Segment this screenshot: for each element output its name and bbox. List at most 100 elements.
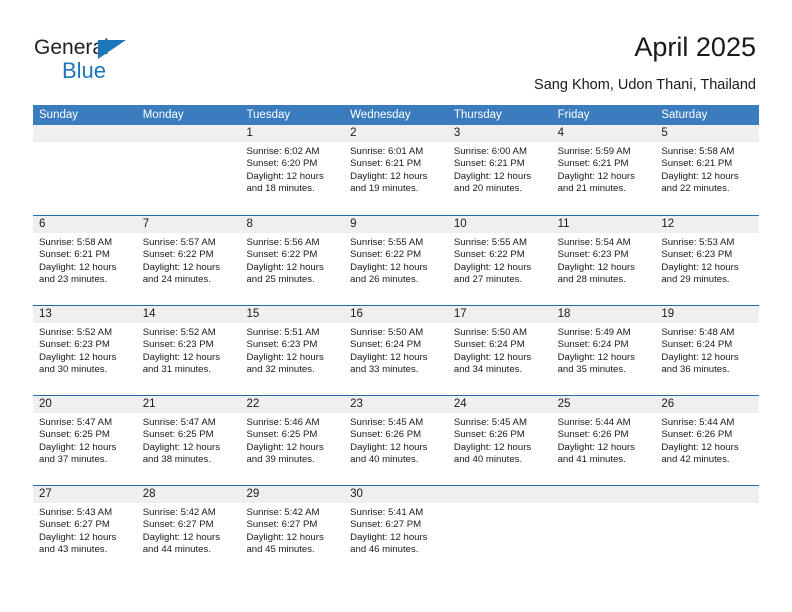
calendar-day-cell[interactable]: 19 Sunrise: 5:48 AM Sunset: 6:24 PM Dayligh… (655, 306, 760, 395)
sunrise-text: Sunrise: 6:01 AM (350, 146, 424, 157)
day-number-band: 6 (33, 216, 137, 233)
calendar-day-cell[interactable]: 4 Sunrise: 5:59 AM Sunset: 6:21 PM Daylight… (551, 125, 656, 215)
sunrise-text: Sunrise: 5:47 AM (142, 417, 216, 428)
day-number: 28 (142, 488, 156, 500)
sunrise-text: Sunrise: 5:45 AM (350, 417, 424, 428)
daylight-text-line2: and 19 minutes. (350, 183, 419, 195)
day-details: Sunrise: 5:42 AM Sunset: 6:27 PM Daylight:… (240, 503, 344, 557)
daylight-text-line2: and 45 minutes. (246, 544, 315, 556)
calendar-day-cell[interactable]: 24 Sunrise: 5:45 AM Sunset: 6:26 PM Dayligh… (447, 396, 552, 485)
calendar-day-cell[interactable]: 1 Sunrise: 6:02 AM Sunset: 6:20 PM Daylight… (240, 125, 345, 215)
sunrise-text: Sunrise: 5:50 AM (350, 327, 424, 338)
sunset-text: Sunset: 6:27 PM (246, 519, 318, 531)
calendar-day-cell[interactable]: 15 Sunrise: 5:51 AM Sunset: 6:23 PM Dayligh… (240, 306, 345, 395)
calendar-day-cell[interactable]: 17 Sunrise: 5:50 AM Sunset: 6:24 PM Dayligh… (447, 306, 552, 395)
day-details: Sunrise: 5:52 AM Sunset: 6:23 PM Daylight:… (137, 323, 241, 377)
day-details: Sunrise: 5:47 AM Sunset: 6:25 PM Daylight:… (33, 413, 137, 467)
day-number-band: 12 (655, 216, 760, 233)
daylight-text-line1: Daylight: 12 hours (39, 531, 117, 543)
calendar-day-cell[interactable]: 11 Sunrise: 5:54 AM Sunset: 6:23 PM Dayligh… (551, 216, 656, 305)
day-number: 22 (246, 398, 260, 410)
calendar-day-cell[interactable]: 16 Sunrise: 5:50 AM Sunset: 6:24 PM Dayligh… (344, 306, 448, 395)
day-number: 14 (142, 308, 156, 320)
day-details: Sunrise: 5:58 AM Sunset: 6:21 PM Daylight:… (33, 233, 137, 287)
calendar-day-cell[interactable]: 23 Sunrise: 5:45 AM Sunset: 6:26 PM Dayligh… (344, 396, 448, 485)
daylight-text-line1: Daylight: 12 hours (246, 351, 324, 363)
calendar-day-cell[interactable]: 20 Sunrise: 5:47 AM Sunset: 6:25 PM Dayligh… (33, 396, 137, 485)
sunrise-text: Sunrise: 6:02 AM (246, 146, 320, 157)
sunset-text: Sunset: 6:26 PM (453, 429, 525, 441)
day-number-band: 1 (240, 125, 345, 142)
calendar-day-cell[interactable]: 9 Sunrise: 5:55 AM Sunset: 6:22 PM Daylight… (344, 216, 448, 305)
weekday-thursday: Thursday (453, 109, 502, 121)
day-details: Sunrise: 6:00 AM Sunset: 6:21 PM Daylight:… (448, 142, 552, 196)
calendar-day-cell[interactable]: 27 Sunrise: 5:43 AM Sunset: 6:27 PM Dayligh… (33, 486, 137, 575)
calendar-week-row: 20 Sunrise: 5:47 AM Sunset: 6:25 PM Dayligh… (33, 395, 760, 485)
calendar-weeks: 1 Sunrise: 6:02 AM Sunset: 6:20 PM Daylight… (33, 125, 760, 575)
day-number-band (551, 486, 656, 503)
sunrise-text: Sunrise: 5:45 AM (453, 417, 527, 428)
day-number-band: 14 (136, 306, 241, 323)
daylight-text-line2: and 35 minutes. (557, 364, 626, 376)
day-number-band (136, 125, 241, 142)
daylight-text-line1: Daylight: 12 hours (350, 261, 428, 273)
daylight-text-line1: Daylight: 12 hours (142, 441, 221, 453)
daylight-text-line2: and 18 minutes. (246, 183, 315, 195)
day-number: 29 (246, 488, 260, 500)
calendar-day-cell[interactable]: 26 Sunrise: 5:44 AM Sunset: 6:26 PM Dayligh… (655, 396, 760, 485)
day-details: Sunrise: 5:51 AM Sunset: 6:23 PM Daylight:… (240, 323, 344, 377)
day-number-band: 20 (33, 396, 137, 413)
daylight-text-line2: and 41 minutes. (557, 454, 626, 466)
calendar-day-cell[interactable]: 22 Sunrise: 5:46 AM Sunset: 6:25 PM Dayligh… (240, 396, 345, 485)
daylight-text-line2: and 40 minutes. (453, 454, 523, 466)
calendar-day-cell[interactable]: 12 Sunrise: 5:53 AM Sunset: 6:23 PM Dayligh… (655, 216, 760, 305)
calendar-day-cell[interactable]: 25 Sunrise: 5:44 AM Sunset: 6:26 PM Dayligh… (551, 396, 656, 485)
calendar-week-row: 6 Sunrise: 5:58 AM Sunset: 6:21 PM Daylight… (33, 215, 760, 305)
daylight-text-line1: Daylight: 12 hours (246, 170, 324, 182)
daylight-text-line1: Daylight: 12 hours (39, 351, 117, 363)
calendar-day-cell[interactable]: 5 Sunrise: 5:58 AM Sunset: 6:21 PM Daylight… (655, 125, 760, 215)
sunrise-text: Sunrise: 5:42 AM (142, 507, 216, 518)
daylight-text-line2: and 34 minutes. (453, 364, 523, 376)
day-number: 15 (246, 308, 260, 320)
calendar-day-cell[interactable]: 7 Sunrise: 5:57 AM Sunset: 6:22 PM Daylight… (136, 216, 241, 305)
day-details: Sunrise: 5:44 AM Sunset: 6:26 PM Daylight:… (655, 413, 759, 467)
day-number: 23 (350, 398, 363, 410)
day-number: 21 (142, 398, 156, 410)
calendar-day-cell[interactable]: 13 Sunrise: 5:52 AM Sunset: 6:23 PM Dayligh… (33, 306, 137, 395)
day-details: Sunrise: 5:45 AM Sunset: 6:26 PM Daylight:… (448, 413, 552, 467)
sunset-text: Sunset: 6:27 PM (142, 519, 214, 531)
calendar-day-cell[interactable]: 29 Sunrise: 5:42 AM Sunset: 6:27 PM Dayligh… (240, 486, 345, 575)
daylight-text-line1: Daylight: 12 hours (246, 531, 324, 543)
calendar-day-cell[interactable]: 2 Sunrise: 6:01 AM Sunset: 6:21 PM Daylight… (344, 125, 448, 215)
sunset-text: Sunset: 6:20 PM (246, 158, 318, 170)
sunset-text: Sunset: 6:25 PM (39, 429, 110, 441)
day-number: 1 (246, 127, 253, 139)
day-details: Sunrise: 5:46 AM Sunset: 6:25 PM Daylight:… (240, 413, 344, 467)
calendar-day-cell[interactable]: 8 Sunrise: 5:56 AM Sunset: 6:22 PM Daylight… (240, 216, 345, 305)
calendar-day-cell[interactable]: 3 Sunrise: 6:00 AM Sunset: 6:21 PM Daylight… (447, 125, 552, 215)
day-number-band: 3 (447, 125, 552, 142)
calendar-day-cell[interactable]: 14 Sunrise: 5:52 AM Sunset: 6:23 PM Dayligh… (136, 306, 241, 395)
calendar-day-cell[interactable]: 30 Sunrise: 5:41 AM Sunset: 6:27 PM Dayligh… (344, 486, 448, 575)
brand-logo[interactable]: General Blue (34, 36, 234, 88)
calendar-day-cell[interactable]: 21 Sunrise: 5:47 AM Sunset: 6:25 PM Dayligh… (136, 396, 241, 485)
day-number-band: 22 (240, 396, 345, 413)
daylight-text-line2: and 36 minutes. (661, 364, 730, 376)
daylight-text-line2: and 28 minutes. (557, 274, 626, 286)
weekday-wednesday: Wednesday (350, 109, 411, 121)
calendar-day-cell[interactable]: 18 Sunrise: 5:49 AM Sunset: 6:24 PM Dayligh… (551, 306, 656, 395)
day-details: Sunrise: 5:52 AM Sunset: 6:23 PM Daylight:… (33, 323, 137, 377)
day-details: Sunrise: 5:45 AM Sunset: 6:26 PM Daylight:… (344, 413, 448, 467)
day-number-band: 4 (551, 125, 656, 142)
calendar-day-cell[interactable]: 28 Sunrise: 5:42 AM Sunset: 6:27 PM Dayligh… (136, 486, 241, 575)
calendar-day-cell[interactable]: 10 Sunrise: 5:55 AM Sunset: 6:22 PM Dayligh… (447, 216, 552, 305)
sunset-text: Sunset: 6:22 PM (350, 249, 422, 261)
sunrise-text: Sunrise: 5:58 AM (661, 146, 735, 157)
daylight-text-line1: Daylight: 12 hours (453, 441, 532, 453)
weekday-friday: Friday (557, 109, 590, 121)
calendar-day-cell[interactable]: 6 Sunrise: 5:58 AM Sunset: 6:21 PM Daylight… (33, 216, 137, 305)
daylight-text-line1: Daylight: 12 hours (350, 441, 428, 453)
calendar-day-cell-empty (551, 486, 656, 575)
day-number-band: 9 (344, 216, 448, 233)
